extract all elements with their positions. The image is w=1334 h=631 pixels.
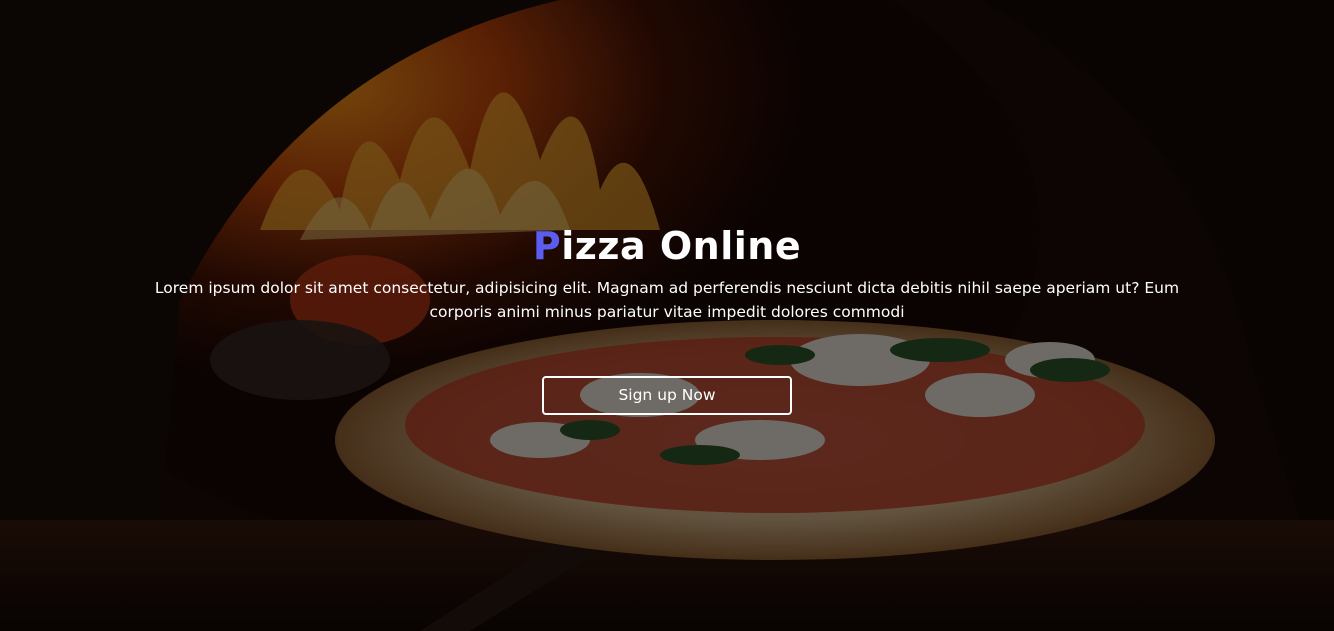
hero-section: Pizza Online Lorem ipsum dolor sit amet … [0, 0, 1334, 631]
hero-title: Pizza Online [0, 222, 1334, 270]
hero-description: Lorem ipsum dolor sit amet consectetur, … [154, 279, 1180, 321]
sign-up-button[interactable]: Sign up Now [542, 376, 792, 415]
title-accent-letter: P [532, 224, 562, 268]
title-text: izza Online [561, 224, 802, 268]
hero-content: Pizza Online Lorem ipsum dolor sit amet … [0, 222, 1334, 415]
